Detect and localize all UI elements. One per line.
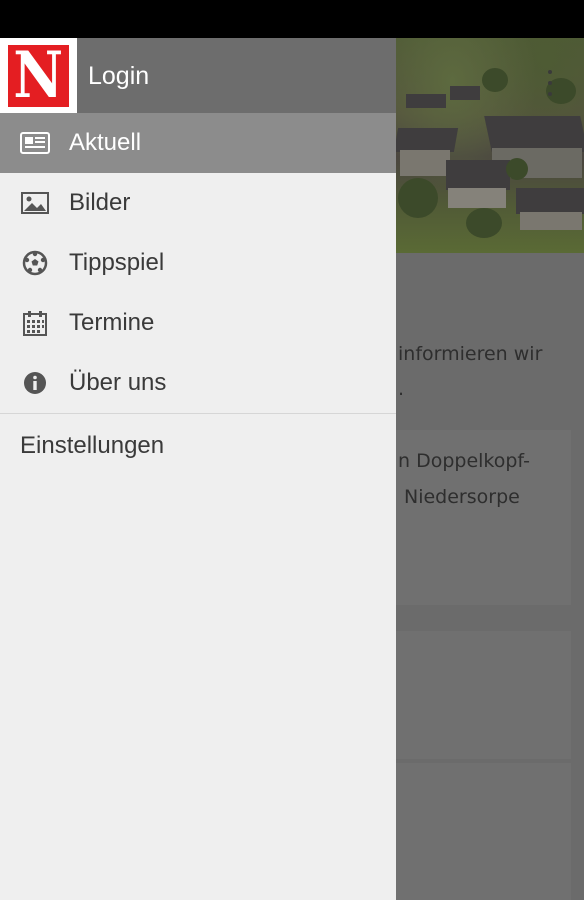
menu-item-label: Termine bbox=[69, 309, 155, 336]
background-card-text: Niedersorpe bbox=[404, 486, 520, 508]
background-text: . bbox=[398, 378, 405, 400]
info-icon bbox=[20, 370, 50, 396]
menu-item-ueber-uns[interactable]: Über uns bbox=[0, 353, 396, 413]
menu-item-einstellungen[interactable]: Einstellungen bbox=[0, 414, 396, 480]
overflow-menu-icon[interactable] bbox=[547, 70, 553, 96]
background-text: informieren wir bbox=[398, 343, 543, 365]
soccer-ball-icon bbox=[20, 250, 50, 276]
calendar-icon bbox=[20, 310, 50, 336]
menu-item-label: Tippspiel bbox=[69, 249, 165, 276]
settings-label: Einstellungen bbox=[20, 432, 165, 459]
drawer-menu: Aktuell Bilder Tippspiel Termine Über un… bbox=[0, 113, 396, 480]
image-icon bbox=[20, 190, 50, 216]
menu-item-label: Über uns bbox=[69, 369, 167, 396]
login-link[interactable]: Login bbox=[88, 62, 149, 91]
status-bar bbox=[0, 0, 584, 38]
newspaper-logo-icon: N bbox=[8, 44, 69, 108]
menu-item-label: Bilder bbox=[69, 189, 131, 216]
village-photo bbox=[393, 38, 584, 253]
menu-item-aktuell[interactable]: Aktuell bbox=[0, 113, 396, 173]
newspaper-icon bbox=[20, 130, 50, 156]
drawer-header: N Login bbox=[0, 38, 396, 113]
menu-item-bilder[interactable]: Bilder bbox=[0, 173, 396, 233]
app-logo[interactable]: N bbox=[0, 38, 77, 113]
background-card-text: n Doppelkopf- bbox=[398, 450, 530, 472]
background-card bbox=[396, 763, 571, 900]
navigation-drawer: N Login Aktuell Bilder Tippspiel Termine… bbox=[0, 38, 396, 900]
background-card bbox=[396, 631, 571, 759]
menu-item-label: Aktuell bbox=[69, 129, 142, 156]
menu-item-termine[interactable]: Termine bbox=[0, 293, 396, 353]
menu-item-tippspiel[interactable]: Tippspiel bbox=[0, 233, 396, 293]
